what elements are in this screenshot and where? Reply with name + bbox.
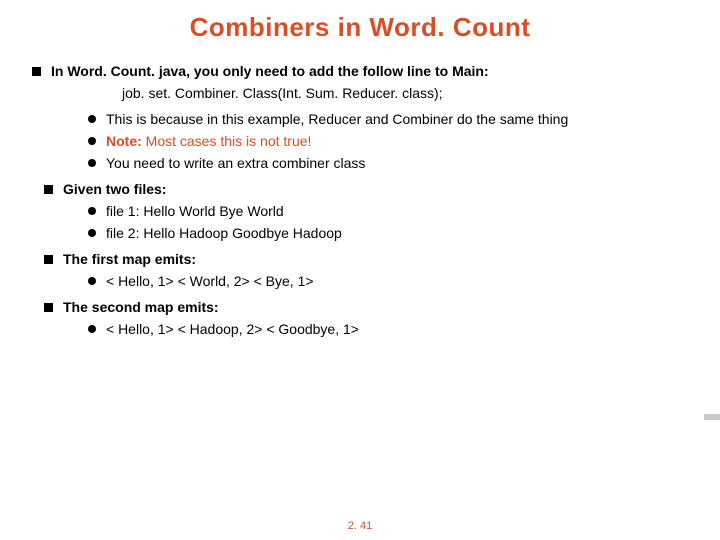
dot-bullet-icon xyxy=(88,325,96,333)
code-line: job. set. Combiner. Class(Int. Sum. Redu… xyxy=(122,85,690,101)
bullet-given-files: Given two files: xyxy=(44,181,690,197)
subbullet-note: Note: Most cases this is not true! xyxy=(88,133,690,149)
file2-text: file 2: Hello Hadoop Goodbye Hadoop xyxy=(106,225,342,241)
square-bullet-icon xyxy=(44,303,53,312)
map1-output-text: < Hello, 1> < World, 2> < Bye, 1> xyxy=(106,273,314,289)
bullet-first-map: The first map emits: xyxy=(44,251,690,267)
subbullet-reason: This is because in this example, Reducer… xyxy=(88,111,690,127)
bullet-intro-text: In Word. Count. java, you only need to a… xyxy=(51,63,489,79)
subbullet-note-text: Note: Most cases this is not true! xyxy=(106,133,311,149)
map2-output-text: < Hello, 1> < Hadoop, 2> < Goodbye, 1> xyxy=(106,321,359,337)
dot-bullet-icon xyxy=(88,137,96,145)
bullet-second-map-text: The second map emits: xyxy=(63,299,219,315)
square-bullet-icon xyxy=(44,185,53,194)
subbullet-map2-output: < Hello, 1> < Hadoop, 2> < Goodbye, 1> xyxy=(88,321,690,337)
page-number: 2. 41 xyxy=(348,520,372,532)
bullet-intro: In Word. Count. java, you only need to a… xyxy=(32,63,690,79)
dot-bullet-icon xyxy=(88,229,96,237)
bullet-given-files-text: Given two files: xyxy=(63,181,166,197)
subbullet-reason-text: This is because in this example, Reducer… xyxy=(106,111,568,127)
note-label: Note: xyxy=(106,133,142,149)
note-rest: Most cases this is not true! xyxy=(142,133,312,149)
file1-text: file 1: Hello World Bye World xyxy=(106,203,284,219)
slide: Combiners in Word. Count In Word. Count.… xyxy=(0,0,720,351)
subbullet-extra-text: You need to write an extra combiner clas… xyxy=(106,155,365,171)
square-bullet-icon xyxy=(32,67,41,76)
dot-bullet-icon xyxy=(88,115,96,123)
subbullet-map1-output: < Hello, 1> < World, 2> < Bye, 1> xyxy=(88,273,690,289)
subbullet-file1: file 1: Hello World Bye World xyxy=(88,203,690,219)
bullet-first-map-text: The first map emits: xyxy=(63,251,196,267)
bullet-second-map: The second map emits: xyxy=(44,299,690,315)
square-bullet-icon xyxy=(44,255,53,264)
subbullet-file2: file 2: Hello Hadoop Goodbye Hadoop xyxy=(88,225,690,241)
subbullet-extra-class: You need to write an extra combiner clas… xyxy=(88,155,690,171)
dot-bullet-icon xyxy=(88,159,96,167)
dot-bullet-icon xyxy=(88,277,96,285)
dot-bullet-icon xyxy=(88,207,96,215)
slide-title: Combiners in Word. Count xyxy=(30,12,690,43)
side-marker xyxy=(704,414,720,420)
